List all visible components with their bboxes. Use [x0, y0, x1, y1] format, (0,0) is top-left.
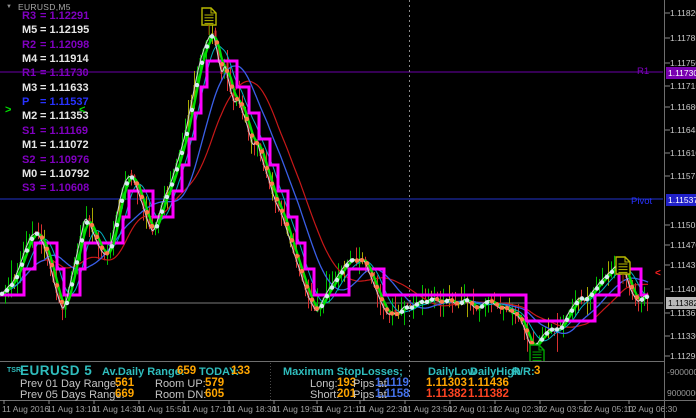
- panel-symbol: EURUSD 5: [20, 364, 92, 378]
- roomdn-value: 605: [205, 389, 224, 401]
- pivot-level-label: Pivot: [631, 197, 652, 207]
- prev05-label: Prev 05 Days Range:: [20, 390, 125, 401]
- price-chart-canvas[interactable]: [0, 0, 696, 418]
- mt4-chart-window: ▼ EURUSD,M5 R3= 1.12291M5= 1.12195R2= 1.…: [0, 0, 696, 418]
- prev05-value: 669: [115, 389, 134, 401]
- dailylow-value2: 1.11382: [426, 389, 467, 401]
- chart-plot-area[interactable]: [0, 0, 663, 372]
- r1-level-label: R1: [637, 67, 649, 77]
- roomdn-label: Room DN:: [155, 390, 206, 401]
- dailyhigh-value2: 1.11382: [468, 389, 509, 401]
- rr-value: 3: [534, 366, 540, 378]
- short-price: 1.1158: [375, 389, 410, 401]
- sell-arrow-icon: <: [655, 269, 661, 279]
- price-position-marker-left-icon: >: [5, 105, 11, 116]
- chart-title: EURUSD,M5: [18, 3, 71, 12]
- note-object-icon[interactable]: [202, 8, 216, 35]
- collapse-triangle-icon[interactable]: ▼: [6, 4, 12, 10]
- today-value: 133: [231, 366, 250, 378]
- rr-label: R/R:: [512, 367, 535, 378]
- subwindow-scale-bottom: 90000000: [667, 389, 696, 398]
- short-label: Short:: [310, 390, 339, 401]
- adr-value: 659: [177, 366, 196, 378]
- subwindow-scale-top: -9000000: [667, 368, 696, 377]
- tsr-badge: TSR: [7, 367, 21, 374]
- price-position-marker-right-icon: <: [79, 105, 85, 116]
